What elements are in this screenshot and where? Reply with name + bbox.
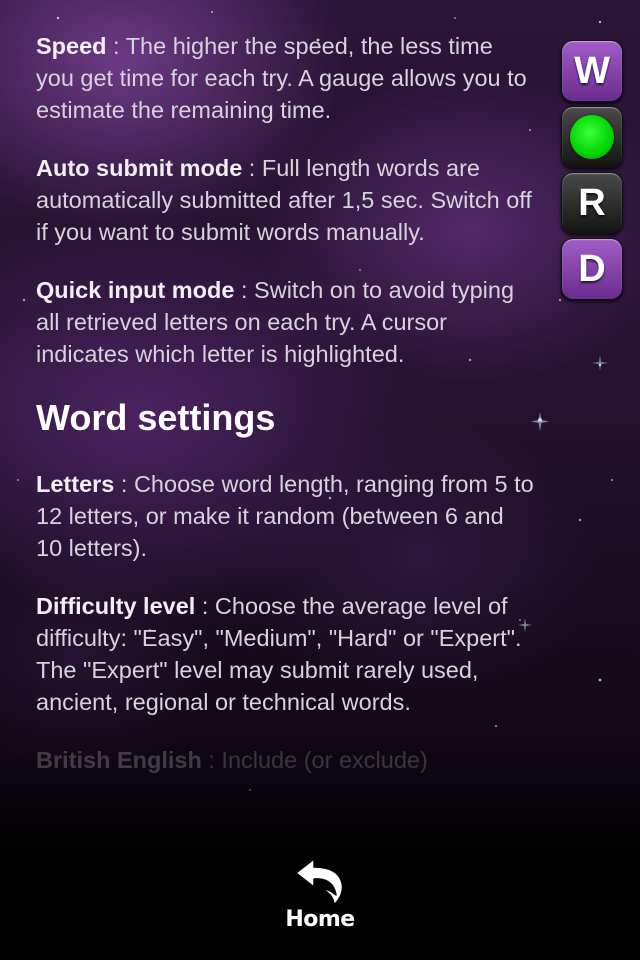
speed-text: : The higher the speed, the less time yo…	[36, 33, 527, 123]
auto-submit-description: Auto submit mode : Full length words are…	[36, 152, 536, 248]
section-heading: Word settings	[36, 397, 276, 438]
quick-input-description: Quick input mode : Switch on to avoid ty…	[36, 274, 536, 370]
quick-input-term: Quick input mode	[36, 277, 235, 303]
letters-term: Letters	[36, 471, 115, 497]
app-logo: W R D	[561, 40, 623, 304]
green-dot-icon	[570, 115, 614, 159]
logo-tile-w: W	[561, 40, 623, 102]
logo-tile-d: D	[561, 238, 623, 300]
home-label: Home	[285, 907, 355, 932]
speed-description: Speed : The higher the speed, the less t…	[36, 30, 536, 126]
home-button[interactable]: Home	[270, 855, 370, 945]
difficulty-term: Difficulty level	[36, 593, 196, 619]
logo-tile-r: R	[561, 172, 623, 234]
back-arrow-icon	[295, 858, 344, 906]
speed-term: Speed	[36, 33, 107, 59]
letters-description: Letters : Choose word length, ranging fr…	[36, 468, 536, 564]
difficulty-description: Difficulty level : Choose the average le…	[36, 590, 536, 718]
logo-tile-o	[561, 106, 623, 168]
auto-submit-term: Auto submit mode	[36, 155, 243, 181]
help-content: Speed : The higher the speed, the less t…	[36, 30, 536, 802]
